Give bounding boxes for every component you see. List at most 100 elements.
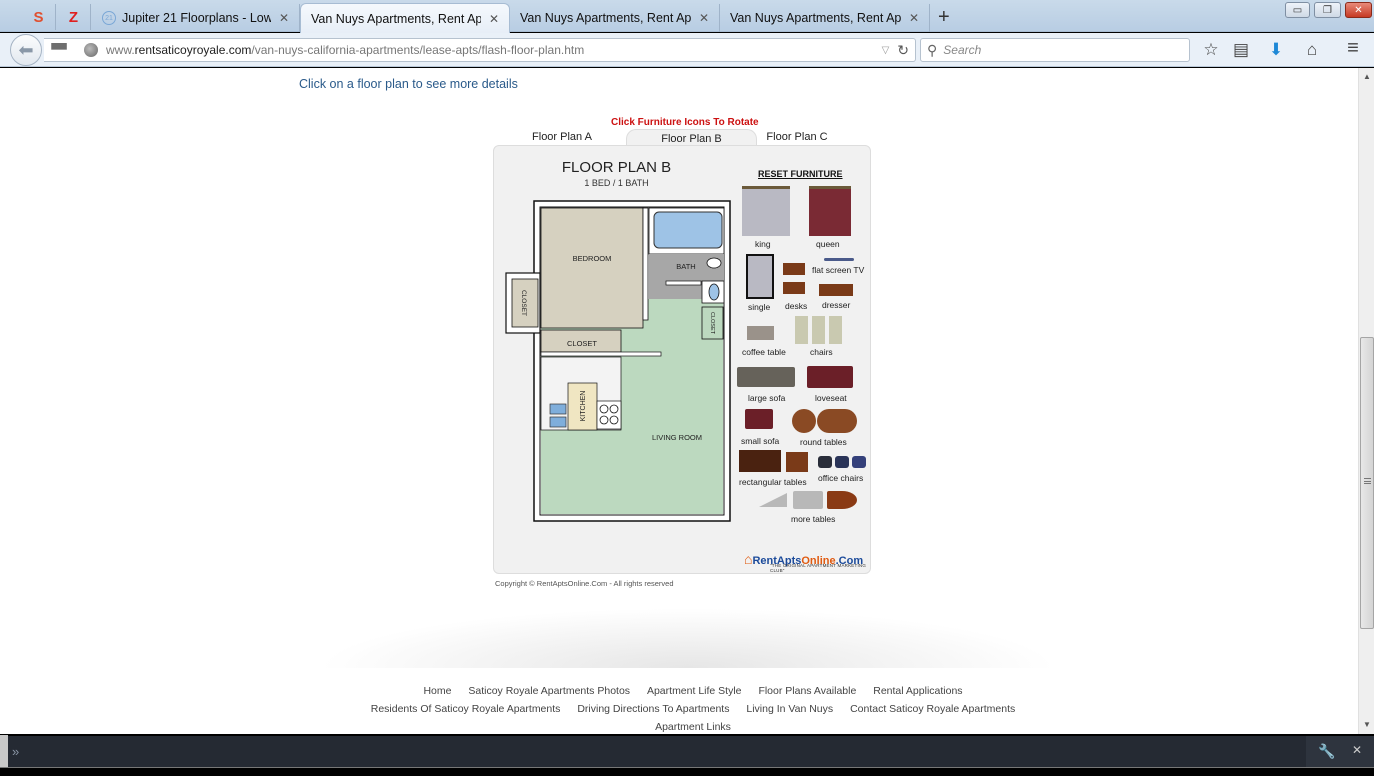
furniture-loveseat[interactable]: loveseat	[807, 366, 859, 403]
pinned-tab-ez[interactable]: Z	[57, 4, 91, 30]
coffee-table-icon	[747, 326, 774, 340]
furniture-flat-screen-tv[interactable]: flat screen TV	[812, 258, 870, 278]
downloads-icon[interactable]: ⬇	[1265, 40, 1287, 60]
triangle-table-icon	[759, 493, 787, 507]
scrollbar-thumb[interactable]	[1360, 337, 1374, 629]
furniture-large-sofa[interactable]: large sofa	[737, 367, 802, 403]
furniture-label: coffee table	[742, 347, 786, 357]
desk-icon	[783, 282, 805, 294]
navigation-toolbar: ⬅ ▀▀ www.rentsaticoyroyale.com/van-nuys-…	[0, 33, 1374, 67]
furniture-label: queen	[816, 239, 840, 249]
closet-wall	[540, 351, 662, 357]
devtools-close-icon[interactable]: ✕	[1352, 743, 1362, 757]
footer-link-contact[interactable]: Contact Saticoy Royale Apartments	[850, 703, 1015, 715]
footer-link-life-style[interactable]: Apartment Life Style	[647, 685, 742, 697]
window-close-button[interactable]: ✕	[1345, 2, 1372, 18]
footer-link-driving-directions[interactable]: Driving Directions To Apartments	[577, 703, 729, 715]
logo-tagline: "THE ORIGINAL APARTMENT MARKETING CLUB"	[770, 563, 867, 573]
bedroom-floor	[540, 207, 644, 329]
tab-close-icon[interactable]: ✕	[909, 11, 919, 25]
tab-van-nuys-active[interactable]: Van Nuys Apartments, Rent Ap... ✕	[300, 3, 510, 33]
large-sofa-icon	[737, 367, 795, 387]
tab-close-icon[interactable]: ✕	[279, 11, 289, 25]
pinned-tab-swirl[interactable]: S	[22, 4, 56, 30]
globe-icon	[84, 43, 98, 57]
copyright-text: Copyright © RentAptsOnline.Com - All rig…	[495, 579, 674, 588]
reset-furniture-button[interactable]: RESET FURNITURE	[758, 169, 843, 179]
window-edge	[0, 735, 8, 767]
furniture-more-tables[interactable]: more tables	[759, 491, 864, 525]
swirl-app-icon: S	[33, 8, 44, 26]
furniture-label: loveseat	[815, 393, 847, 403]
rectangular-table-icon	[739, 450, 781, 472]
furniture-rectangular-tables[interactable]: rectangular tables	[739, 450, 814, 487]
furniture-round-tables[interactable]: round tables	[790, 407, 862, 447]
furniture-single[interactable]: single	[746, 254, 781, 314]
queen-bed-icon	[809, 186, 851, 236]
bookmark-star-icon[interactable]: ☆	[1200, 40, 1222, 60]
bedroom-wall	[642, 207, 649, 321]
url-bar[interactable]: ▀▀ www.rentsaticoyroyale.com/van-nuys-ca…	[44, 38, 916, 62]
footer-link-residents[interactable]: Residents Of Saticoy Royale Apartments	[371, 703, 561, 715]
page-viewport: Click on a floor plan to see more detail…	[8, 68, 1358, 734]
furniture-desks[interactable]: desks	[783, 263, 809, 311]
furniture-chairs[interactable]: chairs	[795, 314, 847, 358]
furniture-office-chairs[interactable]: office chairs	[816, 454, 872, 486]
new-tab-button[interactable]: +	[938, 6, 950, 29]
footer-link-apartment-links[interactable]: Apartment Links	[655, 721, 731, 733]
vertical-scrollbar[interactable]: ▲ ▼	[1358, 68, 1374, 734]
room-label-living: LIVING ROOM	[652, 433, 702, 442]
footer-link-floor-plans[interactable]: Floor Plans Available	[758, 685, 856, 697]
footer-link-rental-applications[interactable]: Rental Applications	[873, 685, 962, 697]
sink-basin-2	[549, 416, 567, 428]
footer-navigation: Home Saticoy Royale Apartments Photos Ap…	[323, 682, 1063, 734]
furniture-label: chairs	[810, 347, 833, 357]
search-bar[interactable]: ⚲ Search	[920, 38, 1190, 62]
tab-van-nuys-3[interactable]: Van Nuys Apartments, Rent Ap... ✕	[720, 4, 930, 32]
gray-table-icon	[793, 491, 823, 509]
menu-icon[interactable]: ≡	[1342, 37, 1364, 60]
plan-subtitle: 1 BED / 1 BATH	[584, 178, 649, 188]
floor-plan-drawing: BEDROOM BATH CLOSET CLOSET CLOSET KITCHE…	[505, 200, 731, 522]
minimize-button[interactable]: ▭	[1285, 2, 1310, 18]
single-bed-icon	[746, 254, 774, 299]
scroll-up-arrow-icon[interactable]: ▲	[1359, 72, 1374, 81]
footer-link-living-in-van-nuys[interactable]: Living In Van Nuys	[746, 703, 833, 715]
url-path: /van-nuys-california-apartments/lease-ap…	[251, 43, 585, 57]
tab-bar: S Z 21 Jupiter 21 Floorplans - Low... ✕ …	[0, 0, 1374, 33]
desk-icon	[783, 263, 805, 275]
scroll-down-arrow-icon[interactable]: ▼	[1359, 720, 1374, 729]
floor-plan-panel: FLOOR PLAN B 1 BED / 1 BATH RESET FURNIT…	[493, 145, 871, 574]
tv-icon	[824, 258, 854, 261]
home-icon[interactable]: ⌂	[1301, 40, 1323, 60]
search-placeholder: Search	[943, 43, 982, 57]
furniture-king[interactable]: king	[742, 186, 792, 249]
reload-icon[interactable]: ↻	[897, 42, 909, 59]
sidebar-icon[interactable]: ▀▀	[48, 44, 70, 56]
chairs-icon	[795, 316, 843, 344]
furniture-label: flat screen TV	[812, 265, 865, 275]
footer-link-home[interactable]: Home	[423, 685, 451, 697]
furniture-dresser[interactable]: dresser	[819, 284, 859, 314]
tab-close-icon[interactable]: ✕	[699, 11, 709, 25]
restore-button[interactable]: ❐	[1314, 2, 1341, 18]
url-text[interactable]: www.rentsaticoyroyale.com/van-nuys-calif…	[106, 43, 882, 57]
furniture-queen[interactable]: queen	[809, 186, 854, 249]
furniture-small-sofa[interactable]: small sofa	[741, 409, 786, 446]
tab-van-nuys-2[interactable]: Van Nuys Apartments, Rent Ap... ✕	[510, 4, 720, 32]
tab-close-icon[interactable]: ✕	[489, 12, 499, 26]
bath-wall	[665, 280, 702, 286]
wrench-settings-icon[interactable]: 🔧	[1318, 743, 1335, 760]
url-dropdown-icon[interactable]: ▽	[882, 45, 890, 56]
plan-title: FLOOR PLAN B	[561, 159, 672, 176]
tab-title: Jupiter 21 Floorplans - Low...	[122, 11, 271, 25]
oval-table-icon	[817, 409, 857, 433]
room-label-bedroom: BEDROOM	[573, 254, 612, 263]
footer-link-photos[interactable]: Saticoy Royale Apartments Photos	[468, 685, 630, 697]
back-button[interactable]: ⬅	[10, 34, 42, 66]
tab-jupiter-floorplans[interactable]: 21 Jupiter 21 Floorplans - Low... ✕	[92, 4, 300, 32]
reading-list-icon[interactable]: ▤	[1230, 40, 1252, 60]
command-prompt-icon[interactable]: »	[12, 744, 19, 759]
ez-app-icon: Z	[68, 8, 79, 26]
furniture-coffee-table[interactable]: coffee table	[742, 326, 797, 357]
